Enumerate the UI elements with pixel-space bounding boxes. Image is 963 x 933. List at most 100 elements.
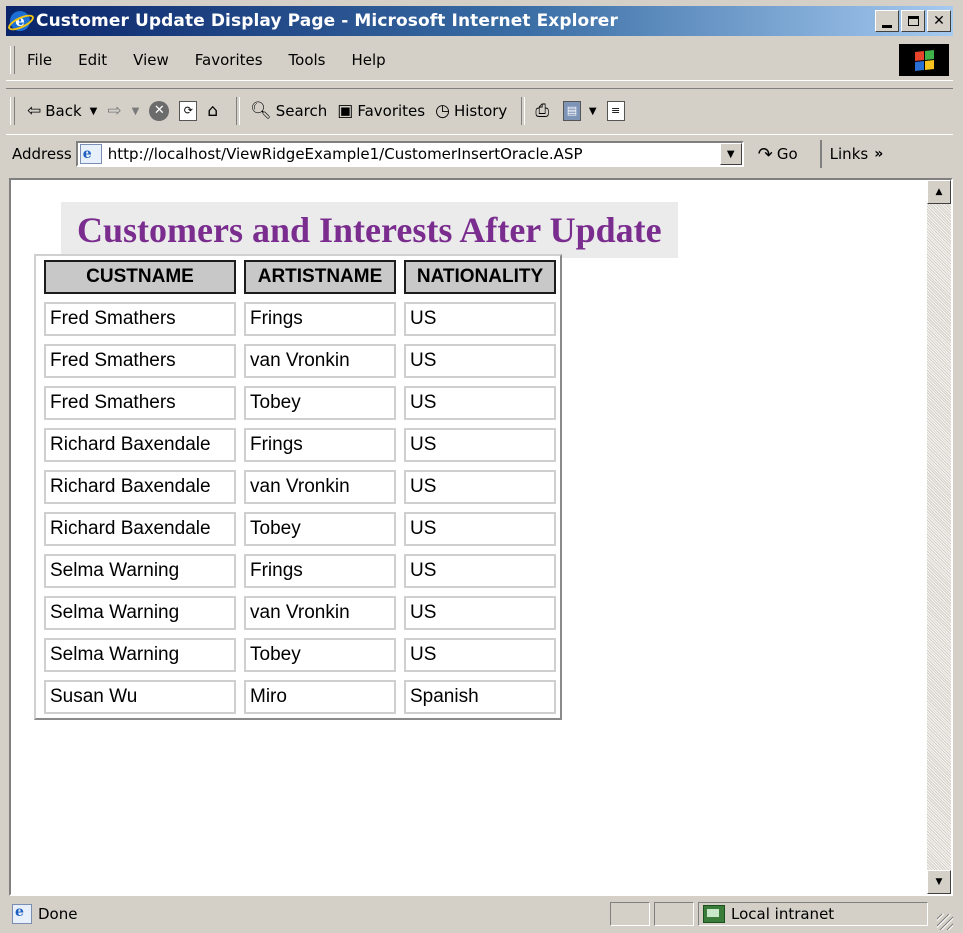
intranet-icon — [703, 905, 725, 923]
menu-file[interactable]: File — [27, 51, 52, 69]
cell-custname: Selma Warning — [44, 638, 236, 672]
menu-edit[interactable]: Edit — [78, 51, 107, 69]
edit-dropdown-icon[interactable]: ▼ — [589, 106, 597, 117]
history-button[interactable]: ◷ History — [435, 101, 507, 121]
security-zone[interactable]: Local intranet — [698, 902, 928, 926]
cell-nationality: Spanish — [404, 680, 556, 714]
stop-button[interactable]: ✕ — [149, 101, 170, 121]
table-row: Selma Warning van Vronkin US — [44, 596, 556, 630]
cell-nationality: US — [404, 428, 556, 462]
menu-grip[interactable] — [10, 46, 15, 74]
cell-custname: Fred Smathers — [44, 386, 236, 420]
home-icon: ⌂ — [207, 101, 219, 121]
cell-nationality: US — [404, 554, 556, 588]
close-button[interactable]: ✕ — [927, 10, 951, 32]
forward-button[interactable]: ⇨ ▼ — [107, 101, 139, 121]
menu-favorites[interactable]: Favorites — [195, 51, 263, 69]
back-button[interactable]: ⇦ Back ▼ — [27, 101, 97, 121]
table-row: Susan Wu Miro Spanish — [44, 680, 556, 714]
table-row: Fred Smathers Frings US — [44, 302, 556, 336]
status-panel — [610, 902, 650, 926]
scroll-down-button[interactable]: ▼ — [927, 870, 951, 894]
cell-custname: Selma Warning — [44, 554, 236, 588]
cell-custname: Richard Baxendale — [44, 512, 236, 546]
cell-artistname: Miro — [244, 680, 396, 714]
refresh-button[interactable]: ⟳ — [179, 101, 198, 121]
standard-toolbar: ⇦ Back ▼ ⇨ ▼ ✕ ⟳ ⌂ 🔍︎ Search ▣ Favorites… — [6, 88, 953, 133]
links-button[interactable]: Links » — [819, 140, 883, 168]
cell-artistname: Tobey — [244, 638, 396, 672]
forward-arrow-icon: ⇨ — [107, 101, 122, 121]
cell-custname: Selma Warning — [44, 596, 236, 630]
address-bar: Address e http://localhost/ViewRidgeExam… — [6, 134, 953, 173]
favorites-button[interactable]: ▣ Favorites — [337, 101, 425, 121]
refresh-icon: ⟳ — [179, 101, 198, 121]
maximize-button[interactable] — [901, 10, 925, 32]
discuss-button[interactable]: ≡ — [606, 101, 625, 121]
table-row: Selma Warning Frings US — [44, 554, 556, 588]
table-row: Fred Smathers Tobey US — [44, 386, 556, 420]
toolbar-grip[interactable] — [10, 97, 15, 125]
cell-custname: Fred Smathers — [44, 344, 236, 378]
page-viewport[interactable]: Customers and Interests After Update CUS… — [9, 178, 953, 896]
minimize-button[interactable] — [875, 10, 899, 32]
results-table-frame: CUSTNAME ARTISTNAME NATIONALITY Fred Sma… — [34, 254, 562, 720]
ie-logo-icon: e — [5, 11, 37, 34]
edit-button[interactable]: ▤ ▼ — [562, 101, 597, 121]
links-label: Links — [829, 145, 869, 163]
chevron-down-icon: ▼ — [726, 148, 735, 160]
address-input[interactable]: e http://localhost/ViewRidgeExample1/Cus… — [75, 141, 744, 167]
print-button[interactable]: ⎙ — [535, 101, 553, 121]
cell-artistname: Tobey — [244, 386, 396, 420]
cell-artistname: Frings — [244, 302, 396, 336]
search-button[interactable]: 🔍︎ Search — [250, 101, 327, 121]
page-status-icon: e — [12, 904, 32, 924]
cell-artistname: van Vronkin — [244, 470, 396, 504]
scroll-up-button[interactable]: ▲ — [927, 180, 951, 204]
menu-tools[interactable]: Tools — [289, 51, 326, 69]
table-row: Richard Baxendale van Vronkin US — [44, 470, 556, 504]
home-button[interactable]: ⌂ — [207, 101, 222, 121]
forward-dropdown-icon[interactable]: ▼ — [132, 106, 140, 117]
cell-artistname: Frings — [244, 428, 396, 462]
resize-grip[interactable] — [937, 914, 953, 930]
search-label: Search — [275, 102, 328, 120]
favorites-label: Favorites — [357, 102, 426, 120]
column-header-custname: CUSTNAME — [44, 260, 236, 294]
table-row: Richard Baxendale Frings US — [44, 428, 556, 462]
table-header-row: CUSTNAME ARTISTNAME NATIONALITY — [44, 260, 556, 294]
browser-window: e Customer Update Display Page - Microso… — [0, 0, 963, 933]
back-dropdown-icon[interactable]: ▼ — [90, 106, 98, 117]
cell-custname: Susan Wu — [44, 680, 236, 714]
arrow-up-icon: ▲ — [935, 187, 943, 197]
status-panel — [654, 902, 694, 926]
menu-help[interactable]: Help — [352, 51, 386, 69]
title-bar[interactable]: e Customer Update Display Page - Microso… — [5, 6, 953, 36]
column-header-nationality: NATIONALITY — [404, 260, 556, 294]
windows-flag-icon — [899, 44, 949, 76]
status-bar: e Done Local intranet — [6, 898, 953, 930]
vertical-scrollbar[interactable]: ▲ ▼ — [927, 180, 951, 894]
cell-nationality: US — [404, 470, 556, 504]
status-text: Done — [38, 905, 78, 923]
address-label: Address — [12, 145, 72, 163]
printer-icon: ⎙ — [535, 101, 549, 121]
edit-icon: ▤ — [562, 101, 581, 121]
go-arrow-icon: ↷ — [757, 143, 773, 165]
zone-label: Local intranet — [731, 905, 835, 923]
toolbar-separator — [236, 97, 241, 125]
table-row: Fred Smathers van Vronkin US — [44, 344, 556, 378]
table-row: Richard Baxendale Tobey US — [44, 512, 556, 546]
search-icon: 🔍︎ — [250, 101, 272, 121]
cell-artistname: van Vronkin — [244, 596, 396, 630]
close-icon: ✕ — [933, 13, 945, 29]
address-dropdown-button[interactable]: ▼ — [719, 143, 742, 165]
maximize-icon — [907, 16, 919, 26]
window-title: Customer Update Display Page - Microsoft… — [36, 11, 618, 31]
address-url[interactable]: http://localhost/ViewRidgeExample1/Custo… — [108, 145, 583, 163]
page-heading: Customers and Interests After Update — [61, 202, 678, 258]
cell-artistname: Frings — [244, 554, 396, 588]
menu-view[interactable]: View — [133, 51, 169, 69]
go-button[interactable]: ↷ Go — [758, 144, 798, 165]
favorites-icon: ▣ — [337, 101, 354, 121]
